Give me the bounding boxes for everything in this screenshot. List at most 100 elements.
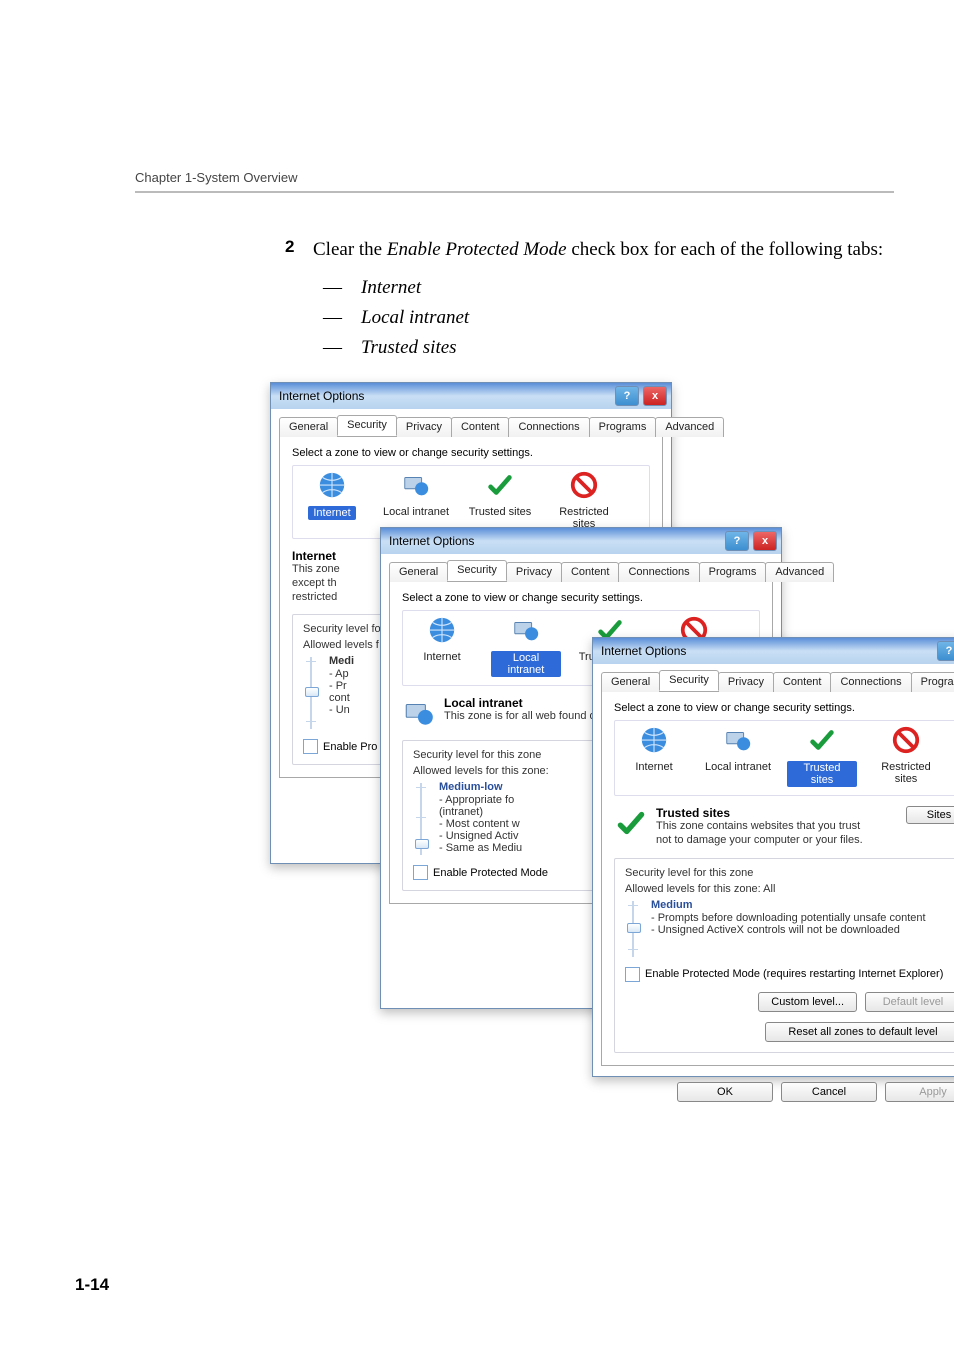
tab-advanced[interactable]: Advanced [655,417,724,437]
select-zone-label: Select a zone to view or change security… [614,702,954,714]
zone-desc-line: restricted [292,591,337,603]
ok-button[interactable]: OK [677,1082,773,1102]
computer-globe-icon [723,725,753,755]
page-number: 1-14 [75,1275,109,1295]
level-line: - Prompts before downloading potentially… [651,912,926,924]
no-entry-icon [569,470,599,500]
default-level-button[interactable]: Default level [865,992,954,1012]
globe-icon [639,725,669,755]
zone-internet[interactable]: Internet [297,470,367,520]
zone-internet-label: Internet [619,761,689,773]
bullet-local-intranet: Local intranet [361,307,469,328]
step-em: Enable Protected Mode [387,239,567,260]
help-icon[interactable]: ? [937,641,954,661]
check-icon [614,806,648,840]
security-slider[interactable] [625,901,641,957]
close-icon[interactable]: x [753,531,777,551]
help-icon[interactable]: ? [725,531,749,551]
step-bullet-list: Internet Local intranet Trusted sites [313,273,883,364]
security-level-title: Security level for this zone [625,867,954,879]
level-name: Medium [651,899,926,911]
zone-trusted[interactable]: Trusted sites [787,725,857,787]
enable-protected-label: Enable Pro [323,741,377,753]
zone-restricted-label: Restricted sites [871,761,941,785]
tab-security[interactable]: Security [659,670,719,691]
apply-button[interactable]: Apply [885,1082,954,1102]
tab-strip: General Security Privacy Content Connect… [271,409,671,436]
check-icon [485,470,515,500]
tab-general[interactable]: General [601,672,660,692]
zone-restricted[interactable]: Restricted sites [871,725,941,785]
tab-privacy[interactable]: Privacy [718,672,774,692]
tab-general[interactable]: General [279,417,338,437]
tab-content[interactable]: Content [561,562,620,582]
help-icon[interactable]: ? [615,386,639,406]
level-line: - Unsigned Activ [439,830,522,842]
level-name: Medium-low [439,781,522,793]
level-line: - Unsigned ActiveX controls will not be … [651,924,926,936]
level-line: - Un [329,704,354,716]
level-line: (intranet) [439,806,522,818]
step-instruction: Clear the Enable Protected Mode check bo… [313,237,883,263]
select-zone-label: Select a zone to view or change security… [292,447,650,459]
tab-connections[interactable]: Connections [830,672,911,692]
level-line: cont [329,692,354,704]
zone-local-intranet-label: Local intranet [381,506,451,518]
zone-trusted-label: Trusted sites [465,506,535,518]
tab-content[interactable]: Content [451,417,510,437]
zone-restricted[interactable]: Restricted sites [549,470,619,530]
allowed-levels-label: Allowed levels for this zone: All [625,883,954,895]
computer-globe-icon [402,696,436,730]
check-icon [807,725,837,755]
tab-security[interactable]: Security [447,560,507,581]
dialog-title: Internet Options [389,534,474,548]
tab-advanced[interactable]: Advanced [765,562,834,582]
tab-strip: General Security Privacy Content Connect… [381,554,781,581]
bullet-internet: Internet [361,277,421,298]
custom-level-button[interactable]: Custom level... [758,992,857,1012]
zone-local-intranet-label: Local intranet [703,761,773,773]
tab-programs[interactable]: Programs [699,562,767,582]
tab-security[interactable]: Security [337,415,397,436]
cancel-button[interactable]: Cancel [781,1082,877,1102]
zone-trusted[interactable]: Trusted sites [465,470,535,518]
zone-internet[interactable]: Internet [619,725,689,773]
close-icon[interactable]: x [643,386,667,406]
tab-programs[interactable]: Programs [589,417,657,437]
zone-internet-label: Internet [308,506,355,520]
security-slider[interactable] [303,657,319,729]
sites-button[interactable]: Sites [906,806,954,824]
reset-zones-button[interactable]: Reset all zones to default level [765,1022,954,1042]
globe-icon [317,470,347,500]
step-number: 2 [285,237,313,257]
zone-trusted-label: Trusted sites [787,761,857,787]
zone-local-intranet[interactable]: Local intranet [491,615,561,677]
internet-options-dialog-3: Internet Options ? x General Security Pr… [592,637,954,1077]
tab-content[interactable]: Content [773,672,832,692]
level-name: Medi [329,655,354,667]
tab-strip: General Security Privacy Content Connect… [593,664,954,691]
tab-programs[interactable]: Programs [911,672,954,692]
no-entry-icon [891,725,921,755]
tab-connections[interactable]: Connections [508,417,589,437]
step-text-after: check box for each of the following tabs… [567,239,884,260]
zone-internet[interactable]: Internet [407,615,477,663]
zone-local-intranet[interactable]: Local intranet [381,470,451,518]
computer-globe-icon [401,470,431,500]
enable-protected-checkbox[interactable] [303,739,318,754]
level-line: - Most content w [439,818,522,830]
header-rule [135,191,894,193]
enable-protected-checkbox[interactable] [413,865,428,880]
security-slider[interactable] [413,783,429,855]
dialog-title: Internet Options [601,644,686,658]
bullet-trusted-sites: Trusted sites [361,337,457,358]
tab-connections[interactable]: Connections [618,562,699,582]
enable-protected-checkbox[interactable] [625,967,640,982]
tab-privacy[interactable]: Privacy [396,417,452,437]
zone-name-heading: Trusted sites [656,806,876,820]
enable-protected-label: Enable Protected Mode [433,867,548,879]
zone-local-intranet[interactable]: Local intranet [703,725,773,773]
tab-general[interactable]: General [389,562,448,582]
tab-privacy[interactable]: Privacy [506,562,562,582]
globe-icon [427,615,457,645]
